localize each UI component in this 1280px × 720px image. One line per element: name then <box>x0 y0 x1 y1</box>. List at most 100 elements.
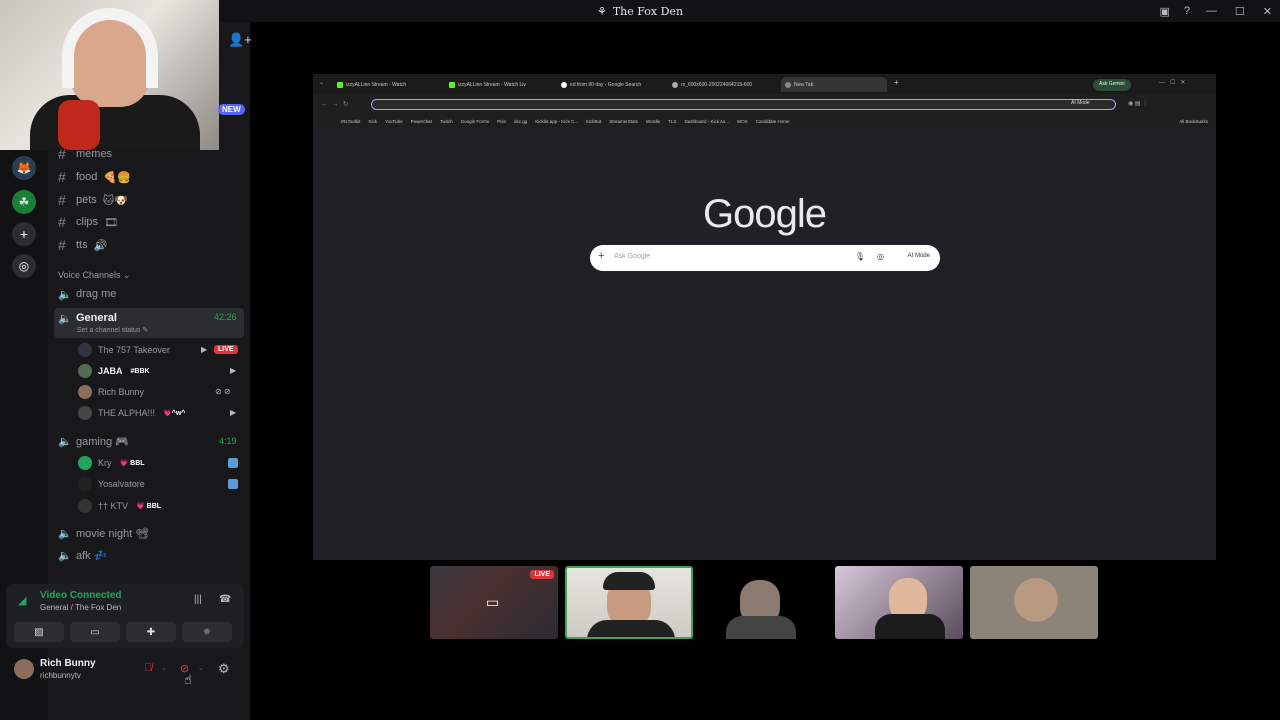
screen-share-button[interactable]: ▭ <box>70 622 120 642</box>
browser-tab[interactable]: ed from 90 day - Google Search <box>557 77 661 92</box>
voice-user[interactable]: THE ALPHA!!! 💗^w^ <box>78 404 187 422</box>
avatar[interactable] <box>14 659 34 679</box>
voice-user[interactable]: The 757 Takeover <box>78 341 170 359</box>
browser-tab[interactable]: izzyALLinn Stream - Watch <box>333 77 441 92</box>
chevron-down-icon[interactable]: ⌄ <box>161 664 167 672</box>
bookmark[interactable]: Wordle <box>646 119 660 124</box>
voice-channel-afk[interactable]: 🔈 afk 💤 <box>58 545 107 565</box>
bookmark[interactable]: Pixlr <box>497 119 506 124</box>
voice-user[interactable]: †† KTV 💗 BBL <box>78 497 163 515</box>
mic-icon[interactable]: 🎙 <box>855 252 865 261</box>
channel-status[interactable]: Set a channel status ✎ <box>77 326 148 334</box>
mic-muted-icon[interactable]: 🎙̸ <box>144 662 152 674</box>
disconnect-icon[interactable]: ☎ <box>219 594 231 605</box>
window-controls[interactable]: — ☐ ✕ <box>1159 79 1185 86</box>
bookmark[interactable]: KickBot <box>586 119 601 124</box>
soundboard-button[interactable]: ✸ <box>182 622 232 642</box>
chevron-down-icon[interactable]: ⌄ <box>198 664 204 672</box>
discover-icon[interactable]: ◎ <box>12 254 36 278</box>
speaker-icon: 🔈 <box>58 550 72 562</box>
address-bar[interactable] <box>371 99 1116 110</box>
google-search-box[interactable]: + Ask Google 🎙 ◎ AI Mode <box>590 245 940 271</box>
bookmark[interactable]: Powerchat <box>411 119 432 124</box>
screen-icon: ▭ <box>486 594 500 610</box>
channel-pets[interactable]: # pets 🐱🐶 <box>58 190 128 210</box>
screenshare-browser: ⌄ izzyALLinn Stream - Watch izzyALLinn S… <box>313 74 1216 560</box>
search-placeholder: Ask Google <box>614 253 651 260</box>
add-server-icon[interactable]: + <box>12 222 36 246</box>
camera-off-button[interactable]: ▨ <box>14 622 64 642</box>
server-icon: ⚘ <box>596 4 607 18</box>
invite-icon[interactable]: 👤+ <box>228 32 252 48</box>
channel-memes[interactable]: # memes <box>58 144 112 164</box>
plus-icon[interactable]: + <box>598 250 604 262</box>
maximize-button[interactable]: ☐ <box>1235 5 1245 18</box>
channel-clips[interactable]: # clips 🎞 <box>58 212 118 232</box>
voice-user[interactable]: Rich Bunny <box>78 383 144 401</box>
video-tile-selected[interactable] <box>565 566 693 639</box>
bookmark[interactable]: IRLToolkit <box>341 119 360 124</box>
google-logo: Google <box>703 192 827 236</box>
ai-mode-button[interactable]: AI Mode <box>1071 100 1090 106</box>
video-icon: ▶ <box>201 345 208 354</box>
voice-user[interactable]: Kry 💗 BBL <box>78 454 147 472</box>
bookmark[interactable]: TLS <box>668 119 676 124</box>
general-label[interactable]: 🔈 General <box>58 308 117 328</box>
voice-user[interactable]: JABA #BBK <box>78 362 152 380</box>
window-title: ⚘ The Fox Den <box>596 4 684 18</box>
muted-icon: ⊘ ⊘ <box>215 387 231 396</box>
voice-channel-drag-me[interactable]: 🔈 drag me <box>58 284 116 304</box>
voice-channel-gaming[interactable]: 🔈 gaming 🎮 <box>58 431 129 451</box>
voice-channel-movie-night[interactable]: 🔈 movie night 📽 <box>58 523 149 543</box>
channel-food[interactable]: # food 🍕🍔 <box>58 167 131 187</box>
bookmark[interactable]: Twitch <box>440 119 453 124</box>
new-tab-button[interactable]: + <box>894 78 899 87</box>
server-fox-den[interactable]: 🦊 <box>12 156 36 180</box>
settings-gear-icon[interactable]: ⚙ <box>218 661 230 677</box>
all-bookmarks[interactable]: All Bookmarks <box>1179 119 1216 124</box>
lens-icon[interactable]: ◎ <box>877 252 884 261</box>
streamer-webcam <box>0 0 219 150</box>
bookmark[interactable]: Kicklet.app - Kick C... <box>535 119 578 124</box>
server-green[interactable]: ☘ <box>12 190 36 214</box>
noise-suppression-icon[interactable]: ||| <box>194 594 202 605</box>
ask-gemini-button[interactable]: Ask Gemini <box>1093 79 1131 91</box>
speaker-icon: 🔈 <box>58 313 72 325</box>
extensions-icons[interactable]: ◉ ▤ ⋮ <box>1128 100 1148 107</box>
video-tile[interactable] <box>700 566 828 639</box>
bookmarks-bar: IRLToolkit Kick YouTube Powerchat Twitch… <box>313 114 1216 128</box>
bookmark[interactable]: Google Forms <box>461 119 490 124</box>
gaming-timer: 4:19 <box>219 436 237 446</box>
bookmark[interactable]: dsc.gg <box>514 119 527 124</box>
bookmark[interactable]: Kick <box>368 119 377 124</box>
nav-buttons[interactable]: ← → ↻ <box>321 100 349 108</box>
voice-category[interactable]: Voice Channels ⌄ <box>58 270 131 281</box>
help-icon[interactable]: ? <box>1184 5 1190 17</box>
bookmark[interactable]: YouTube <box>385 119 403 124</box>
video-tile[interactable] <box>835 566 963 639</box>
signal-icon[interactable]: ◢ <box>18 594 26 607</box>
speaker-icon: 🔈 <box>58 289 72 301</box>
bookmark[interactable]: Dashboard - Kick As... <box>684 119 729 124</box>
bookmark[interactable]: StreamerStats <box>609 119 638 124</box>
tab-search-icon[interactable]: ⌄ <box>319 79 324 86</box>
voice-status[interactable]: Video Connected <box>40 590 122 601</box>
bookmark[interactable]: WOS <box>737 119 748 124</box>
search-ai-mode[interactable]: AI Mode <box>908 253 930 259</box>
video-icon: ▶ <box>230 366 237 375</box>
video-tile-screenshare[interactable]: LIVE ▭ <box>430 566 558 639</box>
voice-channel-path: General / The Fox Den <box>40 603 122 612</box>
minimize-button[interactable]: — <box>1206 5 1217 17</box>
inbox-icon[interactable]: ▣ <box>1159 5 1169 18</box>
video-tile-avatar[interactable] <box>970 566 1098 639</box>
browser-tab-active[interactable]: New Tab <box>781 77 887 92</box>
channel-tts[interactable]: # tts 🔊 <box>58 235 107 255</box>
browser-tab[interactable]: izzyALLinn Stream - Watch Liv <box>445 77 553 92</box>
voice-user[interactable]: Yosalvatore <box>78 475 145 493</box>
browser-tab[interactable]: rs_600x600-200224064215-600 <box>668 77 773 92</box>
close-button[interactable]: ✕ <box>1263 5 1272 18</box>
username[interactable]: Rich Bunny <box>40 658 96 669</box>
user-panel: Rich Bunny richbunnytv 🎙̸ ⌄ ⊘ ⌄ ⚙ <box>6 652 244 690</box>
bookmark[interactable]: Candidate Home <box>756 119 790 124</box>
activities-button[interactable]: ✚ <box>126 622 176 642</box>
